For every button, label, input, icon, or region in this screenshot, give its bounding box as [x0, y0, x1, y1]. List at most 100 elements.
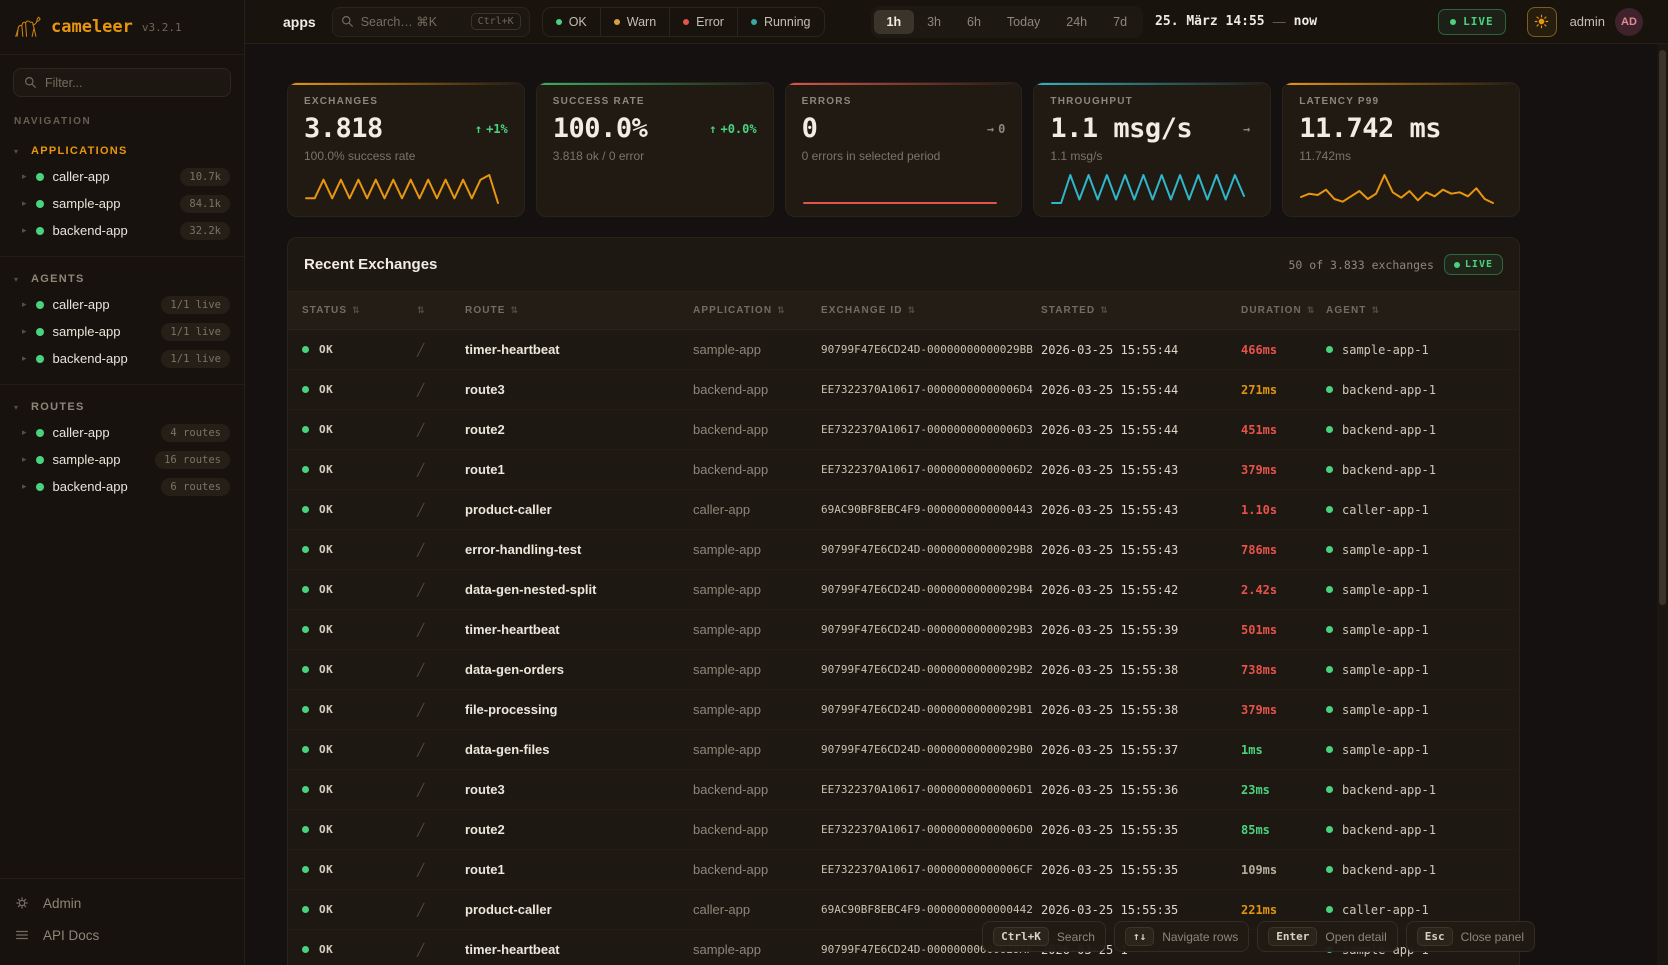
started-cell: 2026-03-25 15:55:43	[1041, 503, 1241, 517]
sort-icon: ⇅	[511, 306, 520, 316]
route-cell: data-gen-orders	[465, 662, 693, 677]
scrollbar-thumb[interactable]	[1659, 50, 1666, 605]
sidebar-item-label: sample-app	[53, 196, 121, 211]
section-label: APPLICATIONS	[31, 145, 128, 157]
status-text: OK	[319, 423, 333, 436]
live-count-badge: 1/1 live	[161, 350, 230, 368]
sidebar-item-route[interactable]: ▸ backend-app 6 routes	[0, 473, 244, 500]
search-input[interactable]	[361, 15, 464, 29]
agent-name: backend-app-1	[1342, 423, 1436, 437]
status-cell: OK	[302, 663, 417, 676]
table-row[interactable]: OK ╱ timer-heartbeat sample-app 90799F47…	[288, 330, 1519, 370]
table-row[interactable]: OK ╱ route1 backend-app EE7322370A10617-…	[288, 450, 1519, 490]
table-row[interactable]: OK ╱ route1 backend-app EE7322370A10617-…	[288, 850, 1519, 890]
time-range-button[interactable]: 3h	[914, 10, 954, 34]
agent-status-dot	[1326, 586, 1333, 593]
trend-line-icon: ╱	[417, 743, 424, 757]
column-header-route[interactable]: ROUTE⇅	[465, 305, 693, 316]
filter-input[interactable]	[45, 76, 220, 90]
sidebar-item-application[interactable]: ▸ backend-app 32.2k	[0, 217, 244, 244]
time-range-button[interactable]: Today	[994, 10, 1053, 34]
section-header-agents[interactable]: ▾ AGENTS	[0, 267, 244, 291]
date-range[interactable]: 25. März 14:55 — now	[1155, 14, 1317, 29]
sort-icon: ⇅	[908, 306, 917, 316]
route-cell: file-processing	[465, 702, 693, 717]
column-header-exchange-id[interactable]: EXCHANGE ID⇅	[821, 305, 1041, 316]
sidebar-item-agent[interactable]: ▸ sample-app 1/1 live	[0, 318, 244, 345]
stat-card-trend: →	[1243, 122, 1254, 136]
status-filter-button[interactable]: Running	[737, 8, 824, 36]
table-row[interactable]: OK ╱ route2 backend-app EE7322370A10617-…	[288, 810, 1519, 850]
table-row[interactable]: OK ╱ route3 backend-app EE7322370A10617-…	[288, 770, 1519, 810]
live-toggle[interactable]: LIVE	[1438, 9, 1506, 35]
exchange-id-cell: 90799F47E6CD24D-00000000000029B4	[821, 583, 1041, 596]
recent-exchanges-panel: Recent Exchanges 50 of 3.833 exchanges L…	[287, 237, 1520, 965]
agent-cell: sample-app-1	[1326, 743, 1505, 757]
route-cell: route3	[465, 782, 693, 797]
application-cell: sample-app	[693, 702, 821, 717]
table-row[interactable]: OK ╱ data-gen-nested-split sample-app 90…	[288, 570, 1519, 610]
routes-count-badge: 4 routes	[161, 424, 230, 442]
agent-status-dot	[1326, 426, 1333, 433]
table-row[interactable]: OK ╱ route2 backend-app EE7322370A10617-…	[288, 410, 1519, 450]
status-filter-group: OK Warn Error Running	[542, 7, 825, 37]
column-header-application[interactable]: APPLICATION⇅	[693, 305, 821, 316]
exchange-id-cell: 90799F47E6CD24D-00000000000029B1	[821, 703, 1041, 716]
sidebar-filter[interactable]	[13, 68, 231, 97]
exchange-id-cell: 90799F47E6CD24D-00000000000029B3	[821, 623, 1041, 636]
table-row[interactable]: OK ╱ file-processing sample-app 90799F47…	[288, 690, 1519, 730]
section-header-routes[interactable]: ▾ ROUTES	[0, 395, 244, 419]
agent-name: sample-app-1	[1342, 583, 1429, 597]
column-header-agent[interactable]: AGENT⇅	[1326, 305, 1505, 316]
trend-cell: ╱	[417, 503, 465, 517]
table-row[interactable]: OK ╱ route3 backend-app EE7322370A10617-…	[288, 370, 1519, 410]
trend-line-icon: ╱	[417, 343, 424, 357]
global-search[interactable]: Ctrl+K	[332, 7, 530, 37]
avatar[interactable]: AD	[1615, 8, 1643, 36]
sidebar-item-route[interactable]: ▸ sample-app 16 routes	[0, 446, 244, 473]
time-range-button[interactable]: 1h	[874, 10, 915, 34]
time-range-button[interactable]: 24h	[1053, 10, 1100, 34]
theme-toggle-button[interactable]	[1527, 7, 1557, 37]
table-row[interactable]: OK ╱ error-handling-test sample-app 9079…	[288, 530, 1519, 570]
sidebar-item-admin[interactable]: Admin	[14, 887, 230, 919]
agent-cell: caller-app-1	[1326, 503, 1505, 517]
section-header-applications[interactable]: ▾ APPLICATIONS	[0, 139, 244, 163]
sidebar-item-application[interactable]: ▸ caller-app 10.7k	[0, 163, 244, 190]
chevron-down-icon: ▾	[14, 147, 18, 156]
trend-line-icon: ╱	[417, 863, 424, 877]
sidebar-item-api-docs[interactable]: API Docs	[14, 919, 230, 951]
status-filter-button[interactable]: Error	[669, 8, 737, 36]
sidebar-item-agent[interactable]: ▸ caller-app 1/1 live	[0, 291, 244, 318]
sort-icon: ⇅	[417, 306, 426, 316]
status-filter-label: Error	[696, 15, 724, 29]
topbar-right: LIVE admin AD	[1438, 7, 1643, 37]
column-header-started[interactable]: STARTED⇅	[1041, 305, 1241, 316]
keyboard-hint: Ctrl+K Search	[982, 921, 1106, 952]
status-filter-button[interactable]: Warn	[600, 8, 669, 36]
sidebar-item-route[interactable]: ▸ caller-app 4 routes	[0, 419, 244, 446]
stat-card: ERRORS 0 → 0 0 errors in selected period	[785, 82, 1023, 217]
time-range-button[interactable]: 6h	[954, 10, 994, 34]
agent-cell: sample-app-1	[1326, 703, 1505, 717]
trend-line-icon: ╱	[417, 463, 424, 477]
column-header-duration[interactable]: DURATION⇅	[1241, 305, 1326, 316]
status-filter-label: Warn	[627, 15, 656, 29]
time-range-button[interactable]: 7d	[1100, 10, 1140, 34]
duration-cell: 451ms	[1241, 423, 1326, 437]
table-live-badge[interactable]: LIVE	[1444, 254, 1503, 275]
exchange-id-cell: 90799F47E6CD24D-00000000000029B8	[821, 543, 1041, 556]
app-window: cameleer v3.2.1 NAVIGATION ▾ APPLICATION…	[0, 0, 1668, 965]
column-header-status[interactable]: STATUS⇅	[302, 305, 417, 316]
ok-status-dot	[302, 826, 309, 833]
status-filter-button[interactable]: OK	[543, 8, 600, 36]
status-dot	[36, 301, 44, 309]
chevron-right-icon: ▸	[22, 299, 27, 310]
table-row[interactable]: OK ╱ data-gen-orders sample-app 90799F47…	[288, 650, 1519, 690]
sidebar-item-agent[interactable]: ▸ backend-app 1/1 live	[0, 345, 244, 372]
column-header-trend[interactable]: ⇅	[417, 306, 465, 316]
table-row[interactable]: OK ╱ data-gen-files sample-app 90799F47E…	[288, 730, 1519, 770]
table-row[interactable]: OK ╱ timer-heartbeat sample-app 90799F47…	[288, 610, 1519, 650]
table-row[interactable]: OK ╱ product-caller caller-app 69AC90BF8…	[288, 490, 1519, 530]
sidebar-item-application[interactable]: ▸ sample-app 84.1k	[0, 190, 244, 217]
